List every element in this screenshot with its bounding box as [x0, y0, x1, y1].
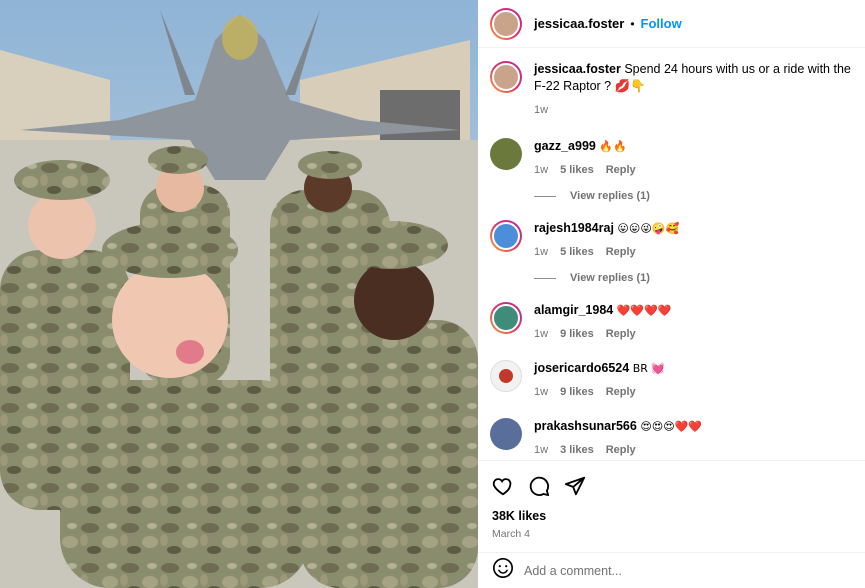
comment-likes[interactable]: 9 likes: [560, 328, 594, 340]
follow-button[interactable]: Follow: [641, 16, 682, 31]
reply-button[interactable]: Reply: [606, 386, 636, 398]
comment-time[interactable]: 1w: [534, 444, 548, 456]
post-caption: jessicaa.foster Spend 24 hours with us o…: [490, 61, 853, 116]
comment-text: 😛😛😜🤪🥰: [617, 222, 680, 235]
comment-icon[interactable]: [528, 475, 550, 497]
comment-text: 🔥🔥: [599, 140, 627, 153]
comment-item: gazz_a999 🔥🔥 1w 5 likes Reply: [490, 138, 853, 176]
view-replies-label: View replies (1): [570, 190, 650, 202]
comment-username[interactable]: josericardo6524: [534, 361, 629, 375]
post-date[interactable]: March 4: [492, 528, 851, 540]
comment-text: 😍😍😍❤️❤️: [640, 420, 703, 433]
post-actions: 38K likes March 4: [478, 460, 865, 548]
reply-button[interactable]: Reply: [606, 164, 636, 176]
author-avatar[interactable]: [490, 7, 522, 40]
comment-time[interactable]: 1w: [534, 246, 548, 258]
view-replies-button[interactable]: View replies (1): [534, 190, 853, 202]
comment-likes[interactable]: 5 likes: [560, 164, 594, 176]
comment-time[interactable]: 1w: [534, 328, 548, 340]
comments-list[interactable]: jessicaa.foster Spend 24 hours with us o…: [478, 49, 865, 460]
comment-text: BR 💓: [632, 362, 666, 375]
comment-item: prakashsunar566 😍😍😍❤️❤️ 1w 3 likes Reply: [490, 418, 853, 456]
emoji-icon[interactable]: [492, 557, 514, 584]
likes-count[interactable]: 38K likes: [492, 509, 851, 523]
heart-icon[interactable]: [492, 475, 514, 497]
comment-likes[interactable]: 5 likes: [560, 246, 594, 258]
commenter-avatar[interactable]: [490, 138, 522, 170]
comment-input[interactable]: [524, 563, 824, 578]
view-replies-label: View replies (1): [570, 272, 650, 284]
post-photo[interactable]: [0, 0, 478, 588]
comment-item: rajesh1984raj 😛😛😜🤪🥰 1w 5 likes Reply: [490, 220, 853, 258]
commenter-avatar[interactable]: [490, 418, 522, 450]
reply-button[interactable]: Reply: [606, 444, 636, 456]
commenter-avatar[interactable]: [490, 302, 522, 334]
separator-dot: •: [630, 16, 635, 31]
reply-button[interactable]: Reply: [606, 246, 636, 258]
photo-illustration: [0, 0, 478, 588]
comment-time[interactable]: 1w: [534, 386, 548, 398]
add-comment-bar: [478, 552, 865, 588]
post-header: jessicaa.foster • Follow: [478, 0, 865, 48]
comment-text: ❤️❤️❤️❤️: [616, 304, 672, 317]
action-icons: [492, 461, 851, 507]
share-icon[interactable]: [564, 475, 586, 497]
comment-time[interactable]: 1w: [534, 164, 548, 176]
comment-item: alamgir_1984 ❤️❤️❤️❤️ 1w 9 likes Reply: [490, 302, 853, 340]
caption-username[interactable]: jessicaa.foster: [534, 62, 621, 76]
commenter-avatar[interactable]: [490, 220, 522, 252]
comment-likes[interactable]: 3 likes: [560, 444, 594, 456]
replies-divider: [534, 277, 556, 279]
caption-avatar[interactable]: [490, 61, 522, 93]
caption-time[interactable]: 1w: [534, 104, 548, 116]
comment-username[interactable]: prakashsunar566: [534, 419, 637, 433]
author-username[interactable]: jessicaa.foster: [534, 16, 624, 31]
comment-username[interactable]: rajesh1984raj: [534, 221, 614, 235]
post-side-panel: jessicaa.foster • Follow jessicaa.foster…: [478, 0, 865, 588]
replies-divider: [534, 195, 556, 197]
comment-username[interactable]: gazz_a999: [534, 139, 596, 153]
comment-item: josericardo6524 BR 💓 1w 9 likes Reply: [490, 360, 853, 398]
commenter-avatar[interactable]: [490, 360, 522, 392]
comment-likes[interactable]: 9 likes: [560, 386, 594, 398]
reply-button[interactable]: Reply: [606, 328, 636, 340]
view-replies-button[interactable]: View replies (1): [534, 272, 853, 284]
comment-username[interactable]: alamgir_1984: [534, 303, 613, 317]
